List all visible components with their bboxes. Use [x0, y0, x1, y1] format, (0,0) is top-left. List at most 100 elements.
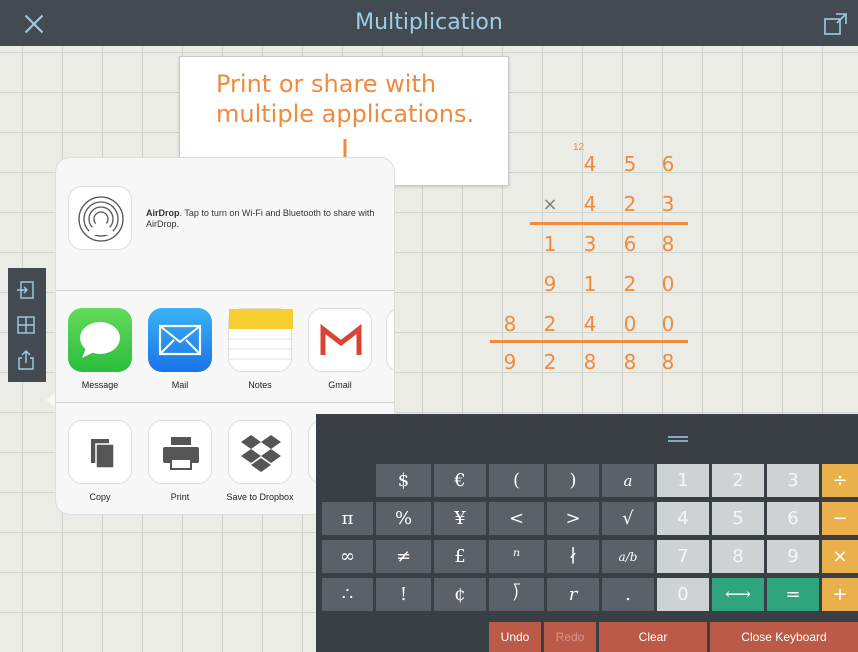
close-keyboard-button[interactable]: Close Keyboard — [710, 622, 858, 652]
key-1[interactable]: 1 — [657, 464, 709, 497]
result-digit: 9 — [503, 350, 517, 374]
multiplicand-digit: 6 — [661, 152, 675, 176]
key-3[interactable]: 3 — [767, 464, 819, 497]
tooltip-text: Print or share with multiple application… — [216, 69, 506, 129]
undo-button[interactable]: Undo — [489, 622, 541, 652]
key-factorial[interactable]: ! — [376, 578, 431, 611]
print-button[interactable] — [148, 420, 212, 484]
copy-button[interactable] — [68, 420, 132, 484]
result-digit: 2 — [543, 350, 557, 374]
redo-button[interactable]: Redo — [544, 622, 596, 652]
key-infinity[interactable]: ∞ — [322, 540, 373, 573]
printer-icon — [163, 437, 199, 470]
key-less-than[interactable]: < — [489, 502, 544, 535]
key-not-equal[interactable]: ≠ — [376, 540, 431, 573]
key-therefore[interactable]: ∴ — [322, 578, 373, 611]
key-plus[interactable]: + — [822, 578, 858, 611]
key-dollar[interactable]: $ — [376, 464, 431, 497]
envelope-icon — [158, 324, 202, 356]
result-line — [490, 340, 688, 343]
more-apps-partial[interactable] — [386, 308, 394, 372]
key-4[interactable]: 4 — [657, 502, 709, 535]
key-divide[interactable]: ÷ — [822, 464, 858, 497]
dropbox-icon — [241, 435, 281, 472]
gmail-app-button[interactable] — [308, 308, 372, 372]
mail-app-button[interactable] — [148, 308, 212, 372]
app-label: Gmail — [328, 380, 352, 390]
partial-digit: 9 — [543, 272, 557, 296]
copy-icon — [91, 439, 115, 469]
message-app-button[interactable] — [68, 308, 132, 372]
divider — [56, 290, 394, 291]
result-digit: 8 — [583, 350, 597, 374]
key-variable[interactable]: a — [602, 464, 654, 497]
import-icon[interactable] — [16, 280, 36, 300]
key-euro[interactable]: € — [434, 464, 486, 497]
key-open-paren[interactable]: ( — [489, 464, 544, 497]
app-label: Message — [81, 380, 119, 390]
key-6[interactable]: 6 — [767, 502, 819, 535]
key-equals[interactable]: = — [767, 578, 819, 611]
result-digit: 8 — [661, 350, 675, 374]
key-close-paren[interactable]: ) — [547, 464, 599, 497]
key-5[interactable]: 5 — [712, 502, 764, 535]
divider — [56, 402, 394, 403]
key-7[interactable]: 7 — [657, 540, 709, 573]
partial-digit: 0 — [623, 312, 637, 336]
math-keyboard: $ € ( ) a 1 2 3 ÷ π % ¥ < > √ 4 5 6 − ∞ … — [316, 414, 858, 652]
multiplicand-digit: 5 — [623, 152, 637, 176]
gmail-icon — [320, 323, 362, 355]
partial-digit: 2 — [623, 272, 637, 296]
left-toolbar — [8, 268, 46, 382]
multiplier-digit: 2 — [623, 192, 637, 216]
key-multiply[interactable]: × — [822, 540, 858, 573]
airdrop-message: . Tap to turn on Wi-Fi and Bluetooth to … — [146, 208, 375, 229]
action-label: Print — [170, 492, 190, 502]
key-8[interactable]: 8 — [712, 540, 764, 573]
clear-button[interactable]: Clear — [599, 622, 707, 652]
key-pound[interactable]: £ — [434, 540, 486, 573]
drag-handle-icon[interactable] — [668, 436, 688, 442]
expand-icon[interactable] — [824, 12, 848, 36]
key-not-divides[interactable]: ∤ — [547, 540, 599, 573]
action-label: Save to Dropbox — [226, 492, 294, 502]
airdrop-icon — [78, 196, 124, 242]
partial-digit: 0 — [661, 312, 675, 336]
sum-line — [530, 222, 688, 225]
multiplier-digit: 4 — [583, 192, 597, 216]
speech-bubble-icon — [80, 322, 120, 358]
multiplier-digit: 3 — [661, 192, 675, 216]
top-bar: Multiplication — [0, 0, 858, 46]
key-sqrt[interactable]: √ — [602, 502, 654, 535]
key-fraction[interactable]: a/b — [602, 540, 654, 573]
key-long-division[interactable]: ⟌ — [489, 578, 544, 611]
result-digit: 8 — [623, 350, 637, 374]
key-2[interactable]: 2 — [712, 464, 764, 497]
app-label: Mail — [171, 380, 189, 390]
notes-app-button[interactable] — [228, 308, 293, 372]
key-space[interactable]: ⟷ — [712, 578, 764, 611]
times-operator: × — [542, 194, 558, 215]
key-remainder[interactable]: r — [547, 578, 599, 611]
multiplicand-digit: 4 — [583, 152, 597, 176]
grid-icon[interactable] — [16, 315, 36, 335]
notes-icon — [229, 309, 293, 360]
airdrop-button[interactable] — [68, 186, 132, 250]
save-to-dropbox-button[interactable] — [228, 420, 292, 484]
partial-digit: 3 — [583, 232, 597, 256]
key-minus[interactable]: − — [822, 502, 858, 535]
key-yen[interactable]: ¥ — [434, 502, 486, 535]
key-9[interactable]: 9 — [767, 540, 819, 573]
key-percent[interactable]: % — [376, 502, 431, 535]
partial-digit: 1 — [583, 272, 597, 296]
key-decimal[interactable]: . — [602, 578, 654, 611]
key-power[interactable]: ⁿ — [489, 540, 544, 573]
share-icon[interactable] — [16, 350, 36, 370]
key-greater-than[interactable]: > — [547, 502, 599, 535]
tooltip-line: multiple applications. — [216, 100, 475, 128]
key-0[interactable]: 0 — [657, 578, 709, 611]
key-cent[interactable]: ¢ — [434, 578, 486, 611]
key-pi[interactable]: π — [322, 502, 373, 535]
airdrop-description: AirDrop. Tap to turn on Wi-Fi and Blueto… — [146, 208, 386, 230]
partial-digit: 8 — [503, 312, 517, 336]
